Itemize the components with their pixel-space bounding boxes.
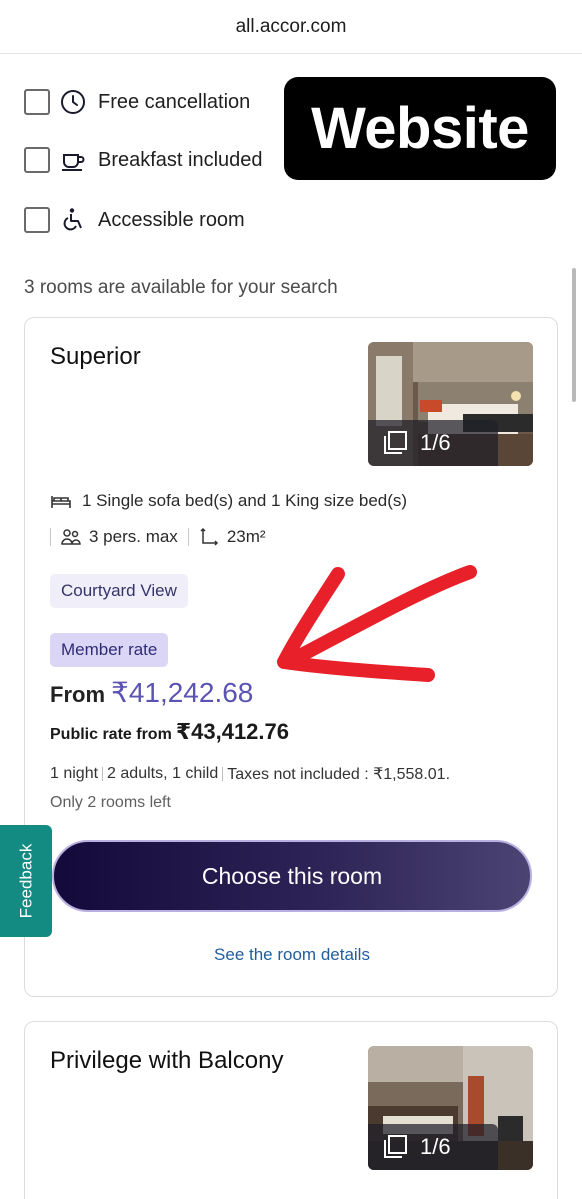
- free-cancellation-label: Free cancellation: [98, 90, 251, 113]
- feedback-label: Feedback: [16, 843, 36, 919]
- cup-icon: [60, 147, 86, 173]
- filter-free-cancellation[interactable]: Free cancellation: [24, 87, 250, 117]
- clock-icon: [60, 89, 86, 115]
- bed-info: 1 Single sofa bed(s) and 1 King size bed…: [50, 491, 407, 511]
- divider: [222, 767, 224, 781]
- room-photo[interactable]: 1/6: [368, 342, 533, 466]
- bed-text: 1 Single sofa bed(s) and 1 King size bed…: [82, 491, 408, 510]
- capacity-text: 3 pers. max: [89, 527, 178, 546]
- taxes-text: Taxes not included : ₹1,558.01.: [227, 766, 451, 783]
- photo-counter[interactable]: 1/6: [368, 1124, 498, 1170]
- price-from: From ₹41,242.68: [50, 676, 253, 709]
- availability-text: Only 2 rooms left: [50, 794, 171, 811]
- free-cancellation-checkbox[interactable]: [24, 89, 50, 115]
- size-text: 23m²: [226, 527, 266, 546]
- divider: [187, 528, 189, 546]
- people-icon: [61, 529, 81, 545]
- website-overlay-badge: Website: [284, 77, 556, 180]
- feedback-tab[interactable]: Feedback: [0, 825, 52, 937]
- breakfast-included-checkbox[interactable]: [24, 147, 50, 173]
- url-bar[interactable]: all.accor.com: [0, 0, 582, 54]
- view-tag: Courtyard View: [50, 574, 188, 608]
- room-title: Privilege with Balcony: [50, 1047, 284, 1074]
- public-rate-value: ₹43,412.76: [175, 719, 289, 744]
- results-count: 3 rooms are available for your search: [24, 277, 338, 298]
- guests-text: 2 adults, 1 child: [107, 765, 219, 782]
- room-photo[interactable]: 1/6: [368, 1046, 533, 1170]
- bed-icon: [51, 496, 71, 508]
- filter-accessible-room[interactable]: Accessible room: [24, 205, 245, 235]
- filter-breakfast-included[interactable]: Breakfast included: [24, 145, 263, 175]
- divider: [102, 767, 104, 781]
- annotation-arrow-icon: [277, 565, 477, 682]
- choose-room-button[interactable]: Choose this room: [52, 840, 532, 912]
- nights-text: 1 night: [50, 765, 99, 782]
- public-rate: Public rate from ₹43,412.76: [50, 719, 289, 745]
- room-card: Privilege with Balcony 1/6: [24, 1021, 558, 1199]
- page-scrollbar[interactable]: [572, 268, 576, 402]
- member-rate-tag: Member rate: [50, 633, 169, 667]
- member-price: ₹41,242.68: [111, 677, 254, 708]
- accessible-room-label: Accessible room: [98, 208, 245, 231]
- gallery-icon: [384, 431, 407, 454]
- accessible-room-checkbox[interactable]: [24, 207, 50, 233]
- photo-counter[interactable]: 1/6: [368, 420, 498, 466]
- stay-info: 1 night 2 adults, 1 child Taxes not incl…: [50, 764, 450, 784]
- url-text: all.accor.com: [235, 15, 347, 37]
- room-title: Superior: [50, 343, 141, 370]
- divider: [50, 528, 51, 546]
- public-rate-label: Public rate from: [50, 726, 172, 743]
- gallery-icon: [384, 1135, 407, 1158]
- photo-counter-text: 1/6: [420, 1134, 451, 1159]
- area-icon: [200, 527, 218, 546]
- photo-counter-text: 1/6: [420, 430, 451, 455]
- price-from-label: From: [50, 682, 105, 707]
- breakfast-included-label: Breakfast included: [98, 148, 263, 171]
- room-details-link[interactable]: See the room details: [25, 945, 559, 965]
- room-specs: 3 pers. max 23m²: [50, 527, 266, 547]
- wheelchair-icon: [60, 207, 86, 233]
